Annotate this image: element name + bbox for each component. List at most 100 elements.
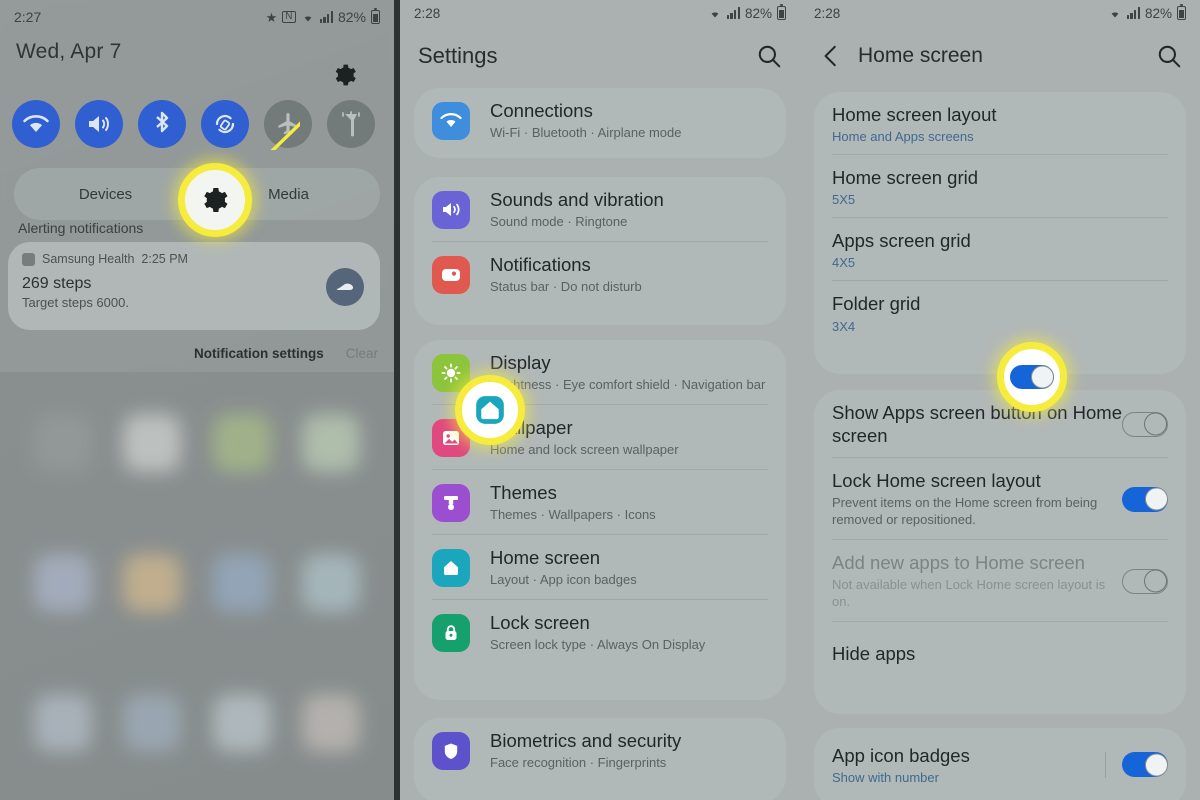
gear-icon[interactable] [332, 62, 358, 88]
settings-row-home-screen-layout[interactable]: Home screen layout Home and Apps screens [814, 92, 1186, 156]
blurred-app-icon [123, 694, 182, 752]
settings-row-biometrics-and-security[interactable]: Biometrics and security Face recognition… [414, 718, 786, 783]
signal-icon [1126, 7, 1140, 19]
settings-row-notifications[interactable]: Notifications Status bar · Do not distur… [414, 242, 786, 307]
page-title: Settings [418, 43, 498, 68]
clear-notifications-button[interactable]: Clear [346, 346, 378, 361]
blurred-app-icon [212, 554, 271, 612]
tutorial-screenshot: 2:27 ★ N 82% Wed, Apr 7 Devices Media Al… [0, 0, 1200, 800]
row-subtitle: Prevent items on the Home screen from be… [832, 495, 1098, 528]
callout-gear-highlight[interactable] [178, 163, 252, 237]
wifi-toggle[interactable] [12, 100, 60, 148]
battery-icon [777, 3, 786, 20]
notification-app-name: Samsung Health [42, 252, 135, 266]
blurred-app-icon [123, 554, 182, 612]
row-title: Lock Home screen layout [832, 470, 1041, 492]
wifi-icon [1111, 12, 1118, 18]
row-subtitle: Face recognition · Fingerprints [490, 755, 667, 771]
settings-row-lock-home-screen-layout[interactable]: Lock Home screen layout Prevent items on… [814, 458, 1186, 541]
bluetooth-toggle[interactable] [138, 100, 186, 148]
row-title: Folder grid [832, 293, 921, 315]
settings-card-sound-notifications: Sounds and vibration Sound mode · Ringto… [414, 177, 786, 325]
settings-row-connections[interactable]: Connections Wi-Fi · Bluetooth · Airplane… [414, 88, 786, 153]
settings-row-add-new-apps: Add new apps to Home screen Not availabl… [814, 540, 1186, 623]
wifi-icon [432, 101, 470, 140]
row-title: Home screen layout [832, 104, 997, 125]
search-icon[interactable] [1156, 43, 1182, 69]
notification-icon [432, 255, 470, 294]
row-subtitle: Sound mode · Ringtone [490, 214, 628, 230]
settings-row-sounds-and-vibration[interactable]: Sounds and vibration Sound mode · Ringto… [414, 177, 786, 243]
row-title: Hide apps [832, 643, 916, 665]
row-subtitle: Screen lock type · Always On Display [490, 637, 706, 653]
lock-home-screen-layout-toggle-zoomed[interactable] [1010, 365, 1054, 389]
row-title: Biometrics and security [490, 730, 682, 751]
settings-row-home-screen[interactable]: Home screen Layout · App icon badges [414, 535, 786, 601]
show-apps-screen-button-toggle[interactable] [1122, 411, 1168, 437]
notification-subtitle: Target steps 6000. [22, 295, 129, 310]
row-subtitle: Brightness · Eye comfort shield · Naviga… [490, 377, 766, 393]
settings-row-hide-apps[interactable]: Hide apps [814, 622, 1186, 685]
callout-lock-layout-toggle-highlight[interactable] [997, 342, 1067, 412]
row-title: App icon badges [832, 745, 970, 766]
callout-home-screen-highlight[interactable] [455, 375, 525, 445]
speaker-icon [432, 190, 470, 229]
settings-row-themes[interactable]: Themes Themes · Wallpapers · Icons [414, 470, 786, 536]
row-subtitle: Themes · Wallpapers · Icons [490, 507, 656, 523]
settings-row-show-apps-screen-button[interactable]: Show Apps screen button on Home screen [814, 390, 1186, 459]
row-value: 5X5 [832, 192, 856, 208]
status-bar: 2:28 82% [400, 0, 800, 26]
home-screen-grid-card: Home screen layout Home and Apps screens… [814, 92, 1186, 374]
alerting-notifications-label: Alerting notifications [18, 220, 144, 236]
settings-row-lock-screen[interactable]: Lock screen Screen lock type · Always On… [414, 600, 786, 665]
home-screen-header: Home screen [800, 28, 1200, 84]
battery-percent: 82% [1144, 5, 1172, 21]
row-subtitle: Status bar · Do not disturb [490, 279, 642, 295]
settings-row-app-icon-badges[interactable]: App icon badges Show with number [814, 728, 1186, 796]
shoe-icon [22, 252, 35, 266]
gear-icon [204, 188, 228, 212]
quick-toggle-row [12, 100, 375, 148]
row-title: Wallpaper [490, 417, 573, 439]
status-bar: 2:27 ★ N 82% [0, 0, 394, 34]
row-value: Show with number [832, 770, 939, 786]
notification-title: 269 steps [22, 275, 92, 292]
blurred-app-icon [302, 694, 361, 752]
airplane-mode-toggle[interactable] [264, 100, 312, 148]
notification-settings-link[interactable]: Notification settings [194, 346, 324, 361]
blurred-app-icon-grid [0, 380, 394, 800]
sound-toggle[interactable] [75, 100, 123, 148]
page-title: Home screen [858, 44, 983, 67]
status-bar-time: 2:28 [814, 5, 841, 21]
row-subtitle: Layout · App icon badges [490, 572, 637, 588]
notification-card[interactable]: Samsung Health 2:25 PM 269 steps Target … [8, 242, 380, 330]
shield-icon [432, 731, 470, 770]
devices-tab[interactable]: Devices [14, 186, 197, 203]
lock-home-screen-layout-toggle[interactable] [1122, 486, 1168, 512]
search-icon[interactable] [756, 43, 782, 69]
row-title: Lock screen [490, 612, 590, 634]
settings-row-home-screen-grid[interactable]: Home screen grid 5X5 [814, 155, 1186, 219]
bluetooth-icon: ★ [265, 9, 278, 25]
row-value: Home and Apps screens [832, 129, 974, 145]
home-screen-settings-panel: 2:28 82% Home screen Home screen layout … [800, 0, 1200, 800]
app-icon-badges-toggle[interactable] [1122, 752, 1168, 778]
settings-row-folder-grid[interactable]: Folder grid 3X4 [814, 281, 1186, 344]
row-value: 4X5 [832, 255, 856, 271]
notification-time: 2:25 PM [141, 252, 188, 266]
back-arrow-icon[interactable] [818, 43, 844, 69]
settings-row-apps-screen-grid[interactable]: Apps screen grid 4X5 [814, 218, 1186, 282]
settings-card-connections: Connections Wi-Fi · Bluetooth · Airplane… [414, 88, 786, 158]
battery-icon [371, 7, 380, 24]
status-bar-time: 2:28 [414, 5, 441, 21]
auto-rotate-toggle[interactable] [201, 100, 249, 148]
blurred-app-icon [123, 414, 182, 472]
flashlight-toggle[interactable] [327, 100, 375, 148]
notification-action-icon[interactable] [326, 268, 364, 306]
blurred-app-icon [33, 414, 92, 472]
notification-actions: Notification settings Clear [194, 346, 378, 361]
wifi-icon [711, 12, 718, 18]
battery-percent: 82% [744, 5, 772, 21]
battery-icon [1177, 3, 1186, 20]
row-subtitle: Home and lock screen wallpaper [490, 442, 679, 458]
